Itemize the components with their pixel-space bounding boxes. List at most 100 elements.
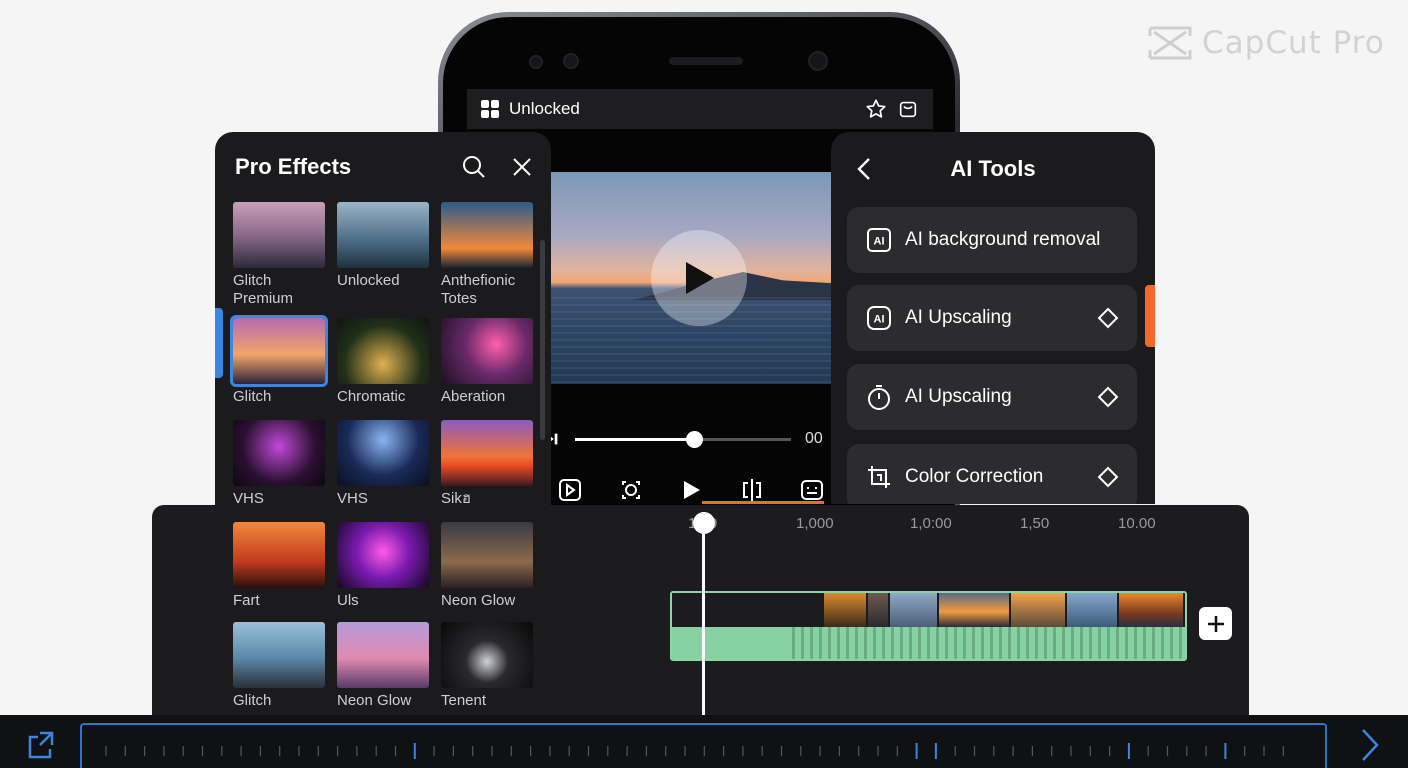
clip-frame (823, 593, 868, 627)
effect-item[interactable]: Neon Glow (337, 622, 429, 710)
audio-waveform (672, 627, 1185, 659)
effect-thumbnail (337, 622, 429, 688)
effect-item[interactable]: Glitch (230, 315, 328, 406)
scrub-handle[interactable] (685, 430, 703, 448)
effect-item[interactable]: Chromatic (337, 318, 429, 406)
video-frame-icon[interactable] (557, 477, 583, 503)
ai-chip-icon: AI (867, 228, 891, 252)
sensor-dot (529, 55, 543, 69)
ai-panel-handle[interactable] (1145, 285, 1155, 347)
playhead-handle[interactable] (693, 512, 715, 534)
play-button[interactable] (651, 230, 747, 326)
effect-thumbnail (233, 420, 325, 486)
add-clip-button[interactable] (1199, 607, 1232, 640)
overview-scrubber[interactable] (80, 723, 1327, 768)
ai-tool-label: Color Correction (905, 466, 1044, 487)
effect-label: Fart (233, 592, 260, 609)
effect-thumbnail (441, 522, 533, 588)
adjust-diamond-icon[interactable] (1097, 386, 1119, 408)
active-tool-indicator (702, 501, 824, 504)
grid-icon[interactable] (481, 100, 499, 118)
effect-label: Neon Glow (441, 592, 516, 609)
capcut-logo-icon (1148, 26, 1192, 60)
pro-effects-title: Pro Effects (235, 154, 352, 179)
effect-thumbnail (441, 622, 533, 688)
clip-thumbnails (672, 593, 1185, 627)
effect-thumbnail (441, 420, 533, 486)
effects-scrollbar[interactable] (540, 240, 545, 440)
video-preview[interactable] (551, 172, 833, 384)
svg-text:AI: AI (874, 236, 885, 248)
svg-text:AI: AI (874, 314, 885, 326)
effect-label: VHS (337, 490, 368, 507)
playhead-line[interactable] (702, 512, 705, 717)
effect-item[interactable]: Anthefionic Totes (441, 202, 533, 308)
play-tool-icon[interactable] (678, 477, 704, 503)
ai-tool-color-correction[interactable]: Color Correction (847, 444, 1137, 504)
bottom-bar (0, 715, 1408, 768)
clip-frame (939, 593, 1012, 627)
effect-label: VHS (233, 490, 264, 507)
ai-tools-panel: AI Tools AI AI background removal AI AI … (831, 132, 1155, 504)
selection-accent (215, 308, 223, 378)
effect-thumbnail (230, 315, 328, 387)
effect-label: Unlocked (337, 272, 400, 289)
stopwatch-icon (868, 385, 890, 410)
effect-item[interactable]: Neon Glow (441, 522, 533, 610)
clip-frame (1011, 593, 1068, 627)
effect-label: Anthefionic Totes (441, 272, 516, 307)
back-chevron-icon[interactable] (853, 156, 877, 182)
effect-item[interactable]: Unlocked (337, 202, 429, 290)
effect-label: Sikฮ (441, 490, 471, 507)
effect-thumbnail (233, 202, 325, 268)
star-icon[interactable] (865, 98, 887, 120)
adjust-diamond-icon[interactable] (1097, 307, 1119, 329)
effect-thumbnail (337, 202, 429, 268)
brand-watermark: CapCut Pro (1146, 22, 1385, 64)
adjust-diamond-icon[interactable] (1097, 466, 1119, 488)
caption-icon[interactable] (799, 477, 825, 503)
effect-item[interactable]: Sikฮ (441, 420, 533, 508)
bag-icon[interactable] (897, 98, 919, 120)
effect-item[interactable]: Tenent (441, 622, 533, 710)
effect-label: Neon Glow (337, 692, 412, 709)
effect-thumbnail (233, 522, 325, 588)
clip-frame (672, 593, 824, 627)
scrub-progress (575, 437, 694, 441)
effect-item[interactable]: Aberation (441, 318, 533, 406)
export-icon[interactable] (26, 729, 58, 761)
effect-label: Uls (337, 592, 359, 609)
waveform-bars (792, 627, 1185, 659)
ai-tool-label: AI background removal (905, 229, 1101, 250)
ai-tool-label: AI Upscaling (905, 386, 1012, 407)
split-icon[interactable] (739, 477, 765, 503)
effect-item[interactable]: VHS (337, 420, 429, 508)
scrub-time: 00 (805, 430, 823, 447)
effect-item[interactable]: Glitch Premium (233, 202, 325, 308)
ruler-label: 1,0:00 (910, 515, 952, 532)
ai-tools-title: AI Tools (950, 156, 1036, 181)
play-icon (686, 262, 714, 294)
video-clip[interactable] (670, 591, 1187, 661)
clip-frame (1067, 593, 1120, 627)
ai-tool-upscaling-timer[interactable]: AI Upscaling (847, 364, 1137, 430)
effect-item[interactable]: Glitch (233, 622, 325, 710)
close-icon[interactable] (509, 154, 535, 180)
chevron-right-icon[interactable] (1357, 727, 1383, 763)
ai-tool-background-removal[interactable]: AI AI background removal (847, 207, 1137, 273)
ruler-label: 1,50 (1020, 515, 1050, 532)
brand-name: CapCut Pro (1202, 25, 1385, 61)
effect-label: Glitch (233, 388, 272, 405)
effect-item[interactable]: Fart (233, 522, 325, 610)
ai-enhance-icon[interactable] (618, 477, 644, 503)
clip-frame (867, 593, 890, 627)
search-icon[interactable] (461, 154, 487, 180)
effect-item[interactable]: Uls (337, 522, 429, 610)
scrub-track[interactable] (575, 430, 791, 448)
ai-tool-upscaling[interactable]: AI AI Upscaling (847, 285, 1137, 351)
effect-label: Glitch (233, 692, 272, 709)
effect-item[interactable]: VHS (233, 420, 325, 508)
ai-chip-icon: AI (867, 306, 891, 330)
ruler-label: 10.00 (1118, 515, 1156, 532)
front-camera-icon (563, 53, 579, 69)
